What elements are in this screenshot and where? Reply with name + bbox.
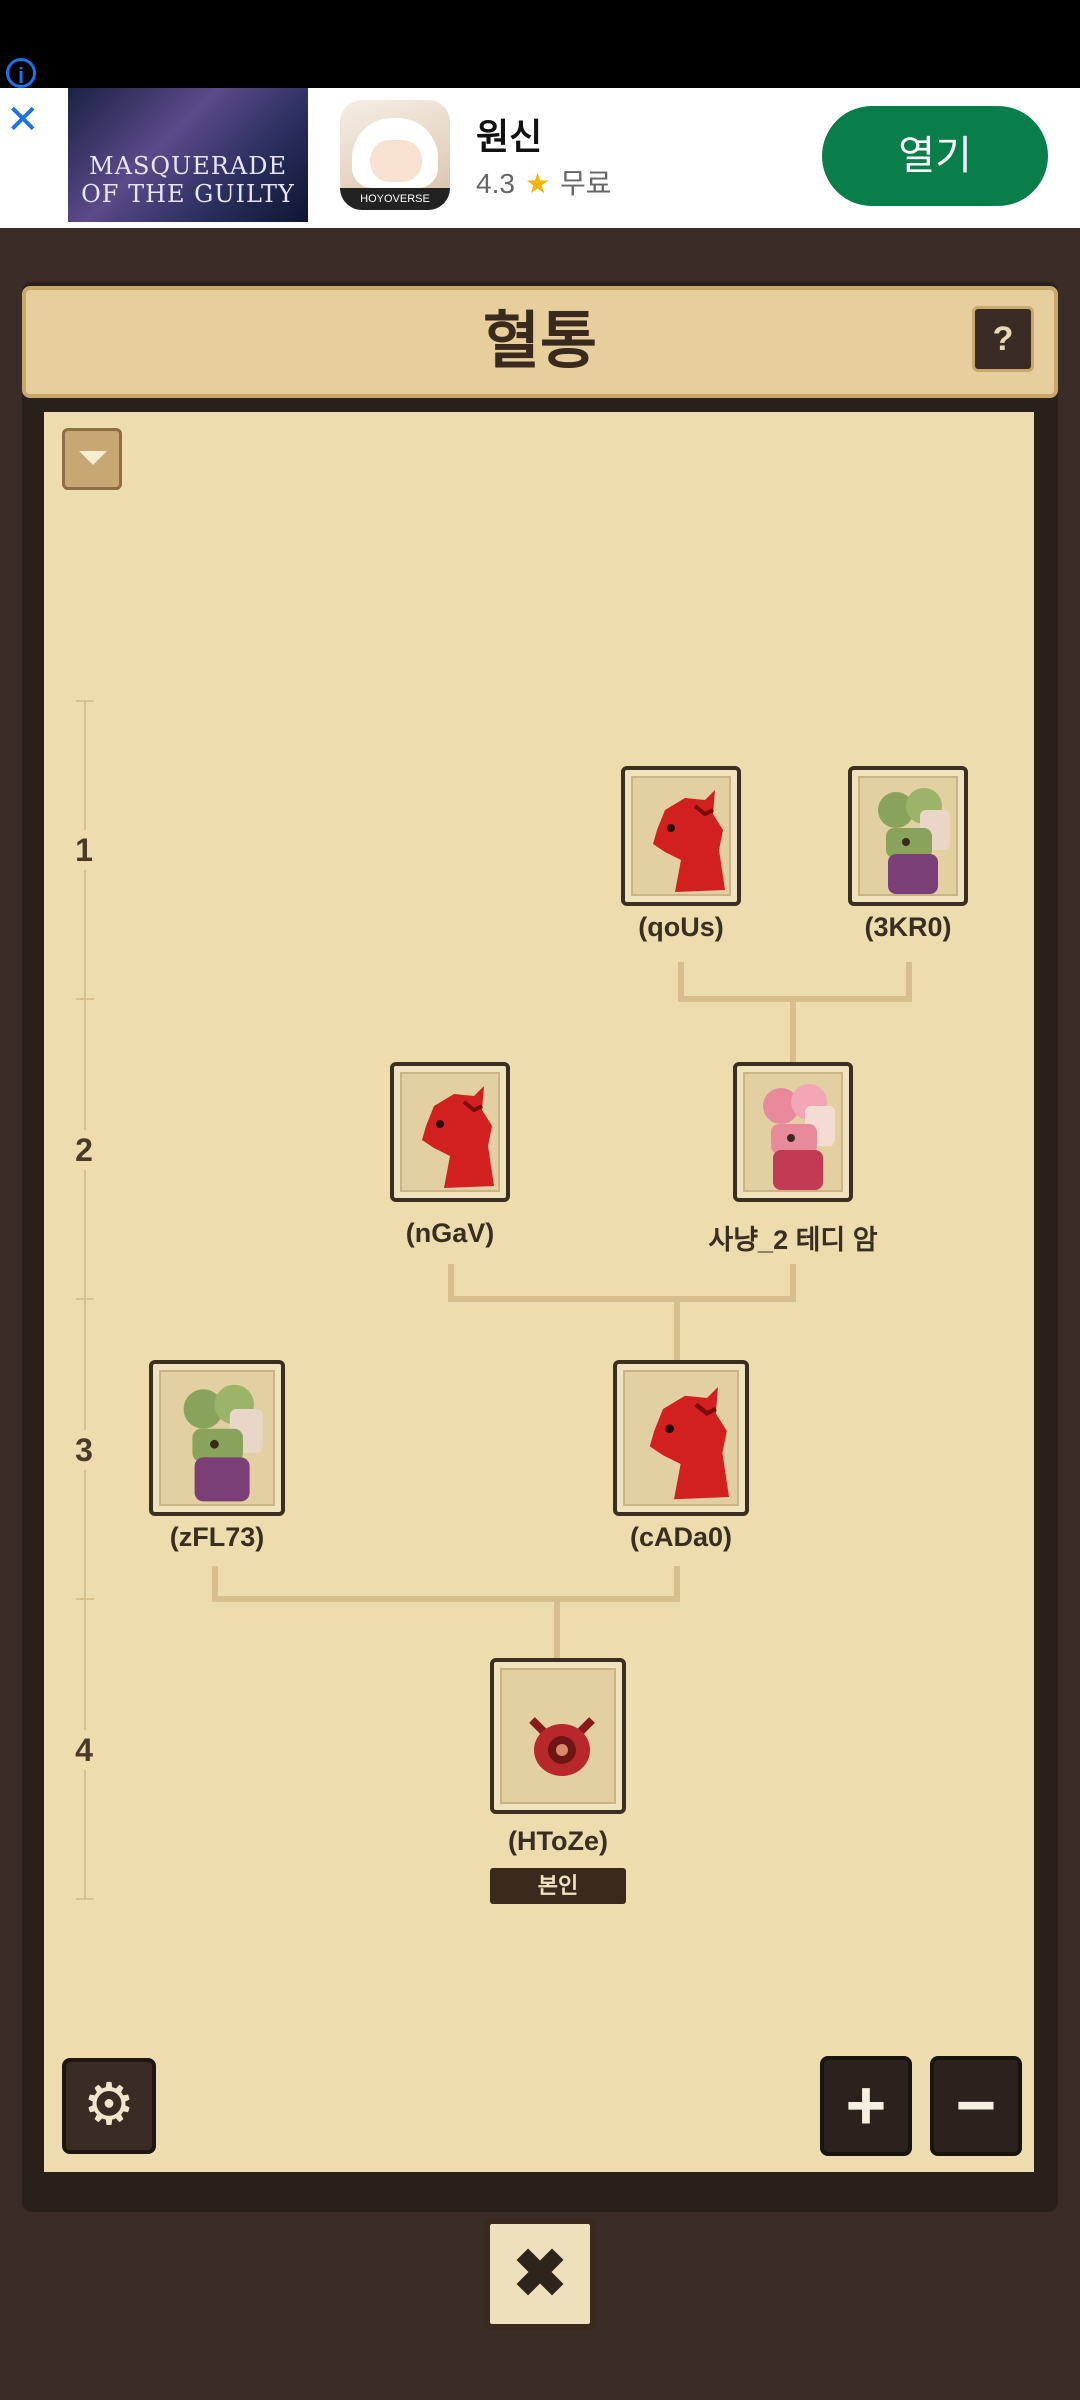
red-dragon-icon <box>653 790 725 892</box>
pet-card-HToZe[interactable] <box>490 1658 626 1814</box>
pet-name-qoUs: (qoUs) <box>638 912 724 942</box>
connector <box>678 962 684 1000</box>
ad-app-icon-label: HOYOVERSE <box>340 188 450 210</box>
connector <box>674 1296 680 1362</box>
ad-close-icon[interactable]: ✕ <box>6 100 40 140</box>
ad-price: 무료 <box>560 168 612 199</box>
axis-tick <box>76 1598 94 1600</box>
pet-name-zFL73: (zFL73) <box>169 1522 265 1552</box>
ad-info-icon[interactable]: i <box>6 58 36 88</box>
connector <box>448 1264 454 1300</box>
axis-tick <box>76 1898 94 1900</box>
generation-label-2: 2 <box>64 1130 104 1170</box>
green-plant-creature-icon <box>183 1384 263 1502</box>
ad-open-button[interactable]: 열기 <box>822 106 1048 206</box>
zoom-out-button[interactable]: − <box>930 2056 1022 2156</box>
pet-card-zFL73[interactable] <box>149 1360 285 1516</box>
pet-card-teddy[interactable] <box>733 1062 853 1202</box>
green-plant-creature-icon <box>878 788 950 894</box>
settings-button[interactable]: ⚙ <box>62 2058 156 2154</box>
self-badge: 본인 <box>490 1868 626 1904</box>
help-button[interactable]: ? <box>972 306 1034 372</box>
pet-name-teddy: 사냥_2 테디 암 <box>708 1225 878 1255</box>
star-icon: ★ <box>524 168 551 199</box>
dragon-egg-icon <box>529 1717 595 1776</box>
connector <box>906 962 912 1000</box>
ad-banner-text: MASQUERADE OF THE GUILTY <box>81 152 295 208</box>
ad-app-name[interactable]: 원신 <box>476 108 542 160</box>
ad-rating: 4.3 ★ 무료 <box>476 162 612 202</box>
generation-label-3: 3 <box>64 1430 104 1470</box>
generation-axis <box>84 700 86 1900</box>
pet-card-cADa0[interactable] <box>613 1360 749 1516</box>
connector <box>554 1596 560 1660</box>
connector <box>790 1264 796 1300</box>
zoom-in-button[interactable]: + <box>820 2056 912 2156</box>
pet-card-3KR0[interactable] <box>848 766 968 906</box>
axis-tick <box>76 700 94 702</box>
pedigree-board[interactable] <box>44 412 1034 2172</box>
pet-name-nGaV: (nGaV) <box>405 1218 495 1248</box>
axis-tick <box>76 998 94 1000</box>
ad-rating-value: 4.3 <box>476 168 515 199</box>
ad-banner-image[interactable]: MASQUERADE OF THE GUILTY <box>68 88 308 222</box>
close-button[interactable]: ✖ <box>484 2218 596 2330</box>
connector <box>212 1596 680 1602</box>
red-dragon-icon <box>422 1086 494 1188</box>
page-title: 혈통 <box>482 307 598 376</box>
status-bar <box>0 0 1080 88</box>
pink-plant-creature-icon <box>763 1084 835 1190</box>
ad-app-icon[interactable]: HOYOVERSE <box>340 100 450 210</box>
axis-tick <box>76 1298 94 1300</box>
connector <box>790 996 796 1062</box>
pet-name-cADa0: (cADa0) <box>629 1522 733 1552</box>
pet-name-3KR0: (3KR0) <box>864 912 952 942</box>
panel-header: 혈통 <box>22 286 1058 398</box>
red-dragon-icon <box>649 1387 729 1500</box>
pet-name-HToZe: (HToZe) <box>508 1826 608 1856</box>
dropdown-toggle-button[interactable] <box>62 428 122 490</box>
connector <box>448 1296 796 1302</box>
generation-label-4: 4 <box>64 1730 104 1770</box>
gear-icon: ⚙ <box>83 2072 135 2137</box>
pet-card-qoUs[interactable] <box>621 766 741 906</box>
pet-card-nGaV[interactable] <box>390 1062 510 1202</box>
generation-label-1: 1 <box>64 830 104 870</box>
